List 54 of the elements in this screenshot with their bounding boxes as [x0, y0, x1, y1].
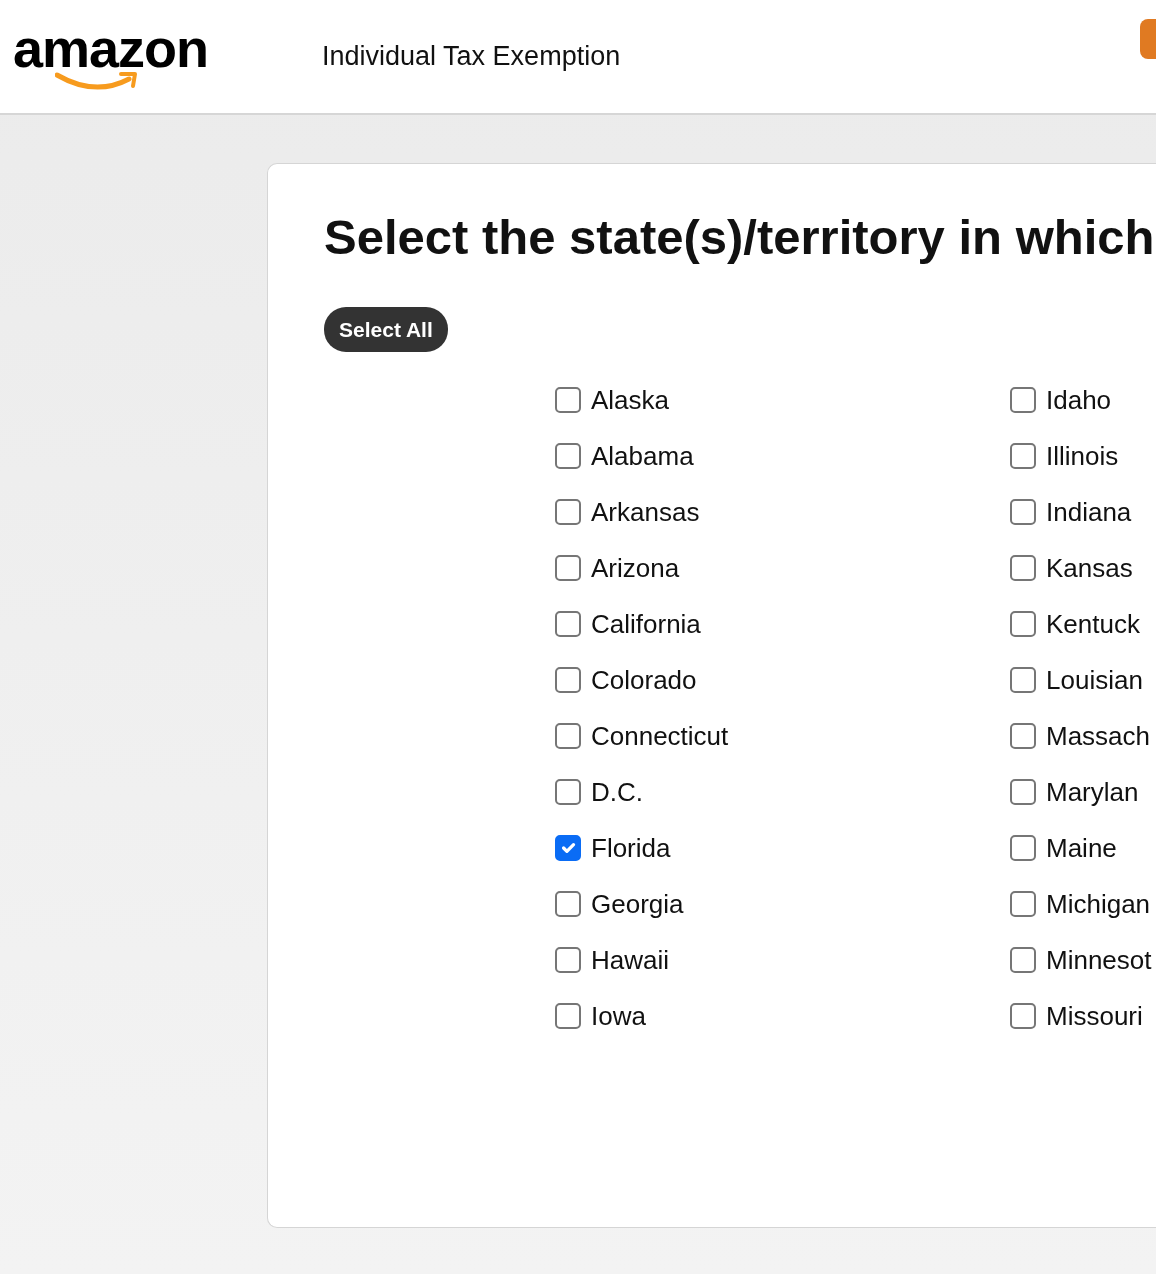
checkbox[interactable]	[555, 723, 581, 750]
checkbox[interactable]	[1010, 611, 1036, 638]
state-label: Florida	[591, 831, 671, 865]
checkbox[interactable]	[1010, 443, 1036, 470]
checkbox[interactable]	[555, 555, 581, 582]
checkbox[interactable]	[555, 947, 581, 974]
checkbox[interactable]	[1010, 779, 1036, 806]
checkbox[interactable]	[1010, 1003, 1036, 1030]
select-all-button[interactable]: Select All	[324, 306, 448, 353]
state-label: Colorado	[591, 663, 697, 697]
state-label: Kentuck	[1046, 607, 1140, 641]
state-label: Missouri	[1046, 999, 1143, 1033]
checkbox[interactable]	[555, 835, 581, 862]
state-label: Marylan	[1046, 775, 1139, 809]
state-label: Indiana	[1046, 495, 1132, 529]
state-label: Iowa	[591, 999, 646, 1033]
state-label: Michigan	[1046, 887, 1151, 921]
state-label: Maine	[1046, 831, 1117, 865]
heading: Select the state(s)/territory in which	[324, 209, 1156, 266]
state-label: Arizona	[591, 551, 680, 585]
state-label: Alaska	[591, 383, 670, 417]
checkbox[interactable]	[555, 779, 581, 806]
checkbox[interactable]	[1010, 891, 1036, 918]
state-label: Hawaii	[591, 943, 670, 977]
checkbox[interactable]	[555, 387, 581, 414]
state-label: Connecticut	[591, 719, 729, 753]
checkbox[interactable]	[555, 667, 581, 694]
logo[interactable]: amazon	[13, 20, 223, 75]
smile-icon	[55, 70, 139, 93]
checkbox[interactable]	[1010, 667, 1036, 694]
state-label: Idaho	[1046, 383, 1112, 417]
checkbox[interactable]	[555, 499, 581, 526]
checkbox[interactable]	[1010, 723, 1036, 750]
checkbox[interactable]	[555, 611, 581, 638]
checkbox[interactable]	[555, 443, 581, 470]
checkbox[interactable]	[1010, 499, 1036, 526]
header-button[interactable]	[1140, 18, 1156, 59]
state-label: Arkansas	[591, 495, 700, 529]
page-title: Individual Tax Exemption	[322, 40, 621, 74]
checkbox[interactable]	[1010, 387, 1036, 414]
state-label: Minnesot	[1046, 943, 1152, 977]
state-label: Louisian	[1046, 663, 1143, 697]
checkbox[interactable]	[555, 891, 581, 918]
state-label: Massach	[1046, 719, 1151, 753]
state-label: Illinois	[1046, 439, 1119, 473]
checkbox[interactable]	[1010, 947, 1036, 974]
checkbox[interactable]	[555, 1003, 581, 1030]
state-label: Kansas	[1046, 551, 1133, 585]
state-label: D.C.	[591, 775, 643, 809]
checkbox[interactable]	[1010, 555, 1036, 582]
checkbox[interactable]	[1010, 835, 1036, 862]
state-label: California	[591, 607, 701, 641]
state-label: Georgia	[591, 887, 684, 921]
state-label: Alabama	[591, 439, 694, 473]
